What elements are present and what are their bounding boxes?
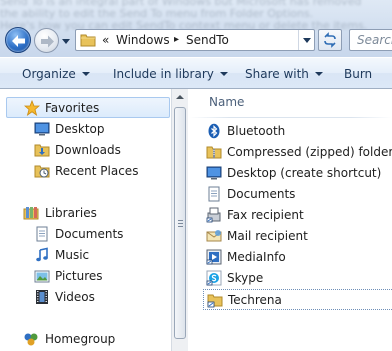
refresh-icon (324, 32, 336, 48)
pictures-icon (34, 270, 50, 283)
breadcrumb-overflow[interactable]: « (102, 33, 109, 47)
nav-libraries-label: Libraries (45, 206, 97, 220)
downloads-folder-icon (34, 144, 50, 157)
fax-icon (206, 207, 221, 223)
file-item-skype[interactable]: Skype (203, 268, 392, 289)
file-item-label: Bluetooth (227, 124, 286, 138)
nav-item-downloads[interactable]: Downloads (0, 140, 170, 161)
grip-line (178, 226, 183, 227)
file-item-label: Mail recipient (227, 229, 308, 243)
nav-homegroup[interactable]: Homegroup (0, 329, 170, 350)
music-icon (36, 247, 48, 262)
nav-item-label: Documents (55, 227, 124, 241)
homegroup-icon (24, 333, 38, 346)
back-button[interactable] (5, 27, 31, 53)
nav-item-desktop[interactable]: Desktop (0, 119, 170, 140)
file-item-label: Skype (227, 271, 264, 285)
mediainfo-icon (206, 249, 222, 265)
nav-item-label: Videos (55, 290, 95, 304)
column-header-divider (189, 117, 392, 118)
file-item-bluetooth[interactable]: Bluetooth (203, 121, 392, 142)
documents-icon (208, 186, 220, 202)
nav-favorites-label: Favorites (45, 101, 100, 115)
grip-line (178, 220, 183, 221)
breadcrumb-chevron-icon[interactable]: ▸ (174, 33, 179, 47)
breadcrumb-sendto[interactable]: SendTo (186, 33, 229, 47)
chevron-down-icon (219, 72, 228, 76)
chevron-down-icon (81, 72, 90, 76)
scroll-up-arrow-icon[interactable] (176, 95, 184, 99)
file-item-label: Desktop (create shortcut) (227, 166, 382, 180)
share-with-menu[interactable]: Share with (245, 67, 323, 81)
nav-item-label: Recent Places (55, 164, 139, 178)
navigation-pane: Favorites Desktop Downloads Recent Place… (0, 89, 171, 351)
folder-icon (80, 34, 96, 47)
file-item-desktop-shortcut[interactable]: Desktop (create shortcut) (203, 163, 392, 184)
back-arrow-icon (12, 35, 25, 47)
title-area: Send To is an integral part of Windows b… (0, 0, 392, 57)
file-item-mail-recipient[interactable]: Mail recipient (203, 226, 392, 247)
organize-label: Organize (22, 67, 76, 81)
share-with-label: Share with (245, 67, 309, 81)
nav-item-label: Desktop (55, 122, 105, 136)
desktop-icon (206, 166, 222, 180)
grip-line (178, 223, 183, 224)
navigation-scrollbar[interactable] (171, 89, 188, 351)
nav-item-label: Downloads (55, 143, 121, 157)
folder-shortcut-icon (207, 294, 223, 308)
file-item-label: Compressed (zipped) folder (227, 145, 392, 159)
nav-item-label: Pictures (55, 269, 103, 283)
nav-homegroup-label: Homegroup (45, 332, 116, 346)
mail-icon (206, 230, 222, 242)
address-dropdown-button[interactable] (298, 30, 314, 50)
command-bar: Organize Include in library Share with B… (0, 57, 392, 89)
nav-item-music[interactable]: Music (0, 245, 170, 266)
background-window-text: Send To is an integral part of Windows b… (0, 0, 368, 32)
file-item-fax-recipient[interactable]: Fax recipient (203, 205, 392, 226)
bluetooth-icon (208, 123, 220, 139)
file-item-mediainfo[interactable]: MediaInfo (203, 247, 392, 268)
search-input[interactable]: Search (349, 29, 392, 51)
chevron-down-icon (303, 38, 311, 43)
nav-item-pictures[interactable]: Pictures (0, 266, 170, 287)
file-item-label: MediaInfo (227, 250, 286, 264)
include-in-library-menu[interactable]: Include in library (113, 67, 228, 81)
file-item-documents[interactable]: Documents (203, 184, 392, 205)
file-list: Name Bluetooth Compressed (zipped) folde… (189, 89, 392, 351)
file-item-techrena[interactable]: Techrena (203, 289, 392, 310)
nav-libraries[interactable]: Libraries (0, 203, 170, 224)
nav-item-label: Music (55, 248, 90, 262)
chevron-down-icon (314, 72, 323, 76)
file-item-label: Techrena (228, 293, 282, 307)
documents-icon (36, 226, 48, 242)
file-item-label: Fax recipient (227, 208, 304, 222)
nav-item-documents[interactable]: Documents (0, 224, 170, 245)
star-icon (24, 100, 40, 116)
organize-menu[interactable]: Organize (22, 67, 90, 81)
nav-favorites[interactable]: Favorites (6, 97, 170, 118)
recent-places-icon (34, 165, 50, 178)
burn-button[interactable]: Burn (344, 67, 372, 81)
file-item-compressed-folder[interactable]: Compressed (zipped) folder (203, 142, 392, 163)
desktop-icon (34, 122, 50, 136)
column-header-name[interactable]: Name (209, 95, 244, 109)
libraries-icon (23, 207, 39, 220)
skype-icon (206, 270, 222, 286)
zip-folder-icon (206, 146, 222, 159)
address-bar[interactable]: « Windows ▸ SendTo (75, 29, 315, 51)
file-item-label: Documents (227, 187, 296, 201)
chevron-down-icon (62, 39, 70, 44)
nav-item-recent-places[interactable]: Recent Places (0, 161, 170, 182)
breadcrumb-windows[interactable]: Windows (116, 33, 170, 47)
forward-arrow-icon (41, 35, 54, 48)
refresh-button[interactable] (318, 29, 342, 51)
nav-item-videos[interactable]: Videos (0, 287, 170, 308)
scrollbar-thumb[interactable] (174, 107, 186, 339)
videos-icon (36, 290, 48, 304)
recent-pages-button[interactable] (61, 35, 71, 45)
include-in-library-label: Include in library (113, 67, 214, 81)
forward-button[interactable] (34, 28, 59, 53)
